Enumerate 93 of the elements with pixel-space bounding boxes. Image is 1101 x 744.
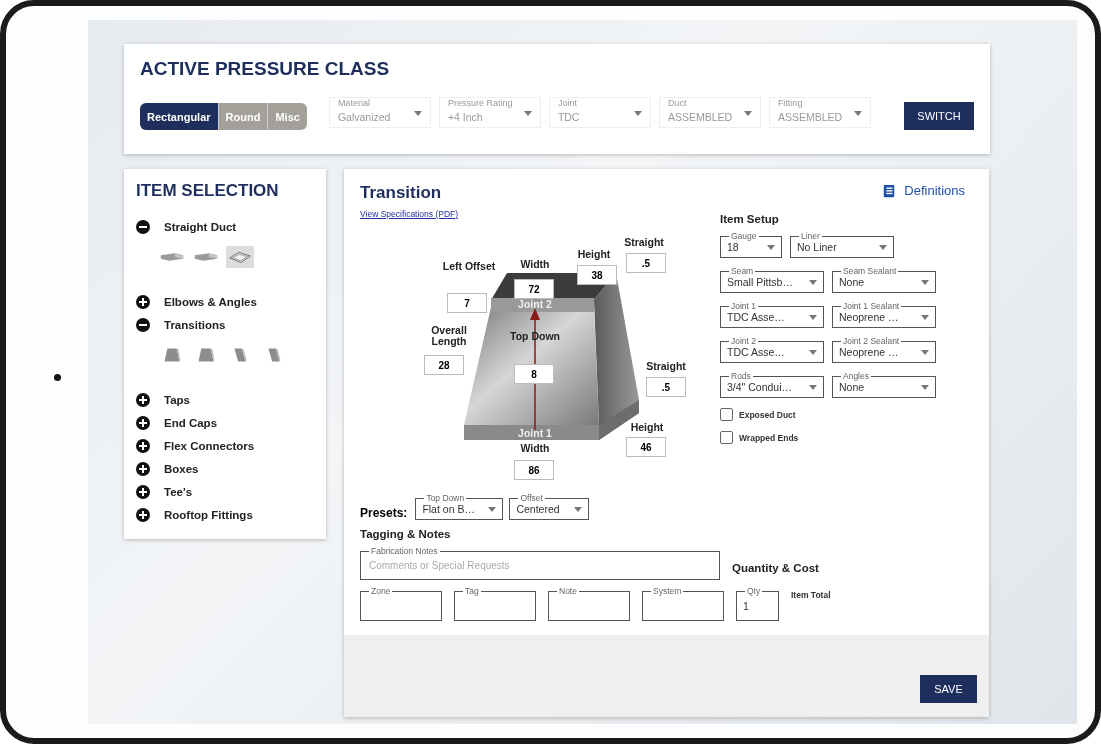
fabrication-notes-field[interactable]: Fabrication Notes Comments or Special Requests [360, 546, 720, 580]
category-label[interactable]: Elbows & Angles [164, 295, 257, 308]
preset-dropdown[interactable]: Top Down Flat on B… [415, 493, 504, 520]
expand-icon[interactable] [136, 507, 150, 522]
dropdown-caret-icon [488, 506, 497, 512]
category-label[interactable]: Transitions [164, 318, 226, 331]
joint-label: Joint 2 [517, 298, 553, 310]
expand-icon[interactable] [136, 461, 150, 476]
setup-dropdown[interactable]: Angles None [832, 371, 936, 398]
dropdown-caret-icon [921, 384, 929, 390]
save-button[interactable]: SAVE [920, 675, 977, 703]
specifications-link[interactable]: View Specifications (PDF) [360, 209, 459, 219]
dropdown-caret-icon [879, 244, 887, 250]
dimension-field[interactable]: 86 [514, 460, 554, 480]
setup-dropdown[interactable]: Joint 1 Sealant Neoprene … [832, 301, 936, 328]
setup-dropdown[interactable]: Liner No Liner [790, 231, 894, 258]
field-label: Fabrication Notes [370, 546, 439, 556]
dimension-label: Width [519, 443, 551, 454]
dimension-field[interactable]: 72 [514, 279, 554, 299]
dimension-label: Height [629, 422, 665, 433]
dimension-label: Straight [623, 237, 665, 248]
collapse-icon[interactable] [136, 317, 150, 332]
checkbox-label[interactable]: Wrapped Ends [739, 432, 799, 443]
dropdown-caret-icon [921, 314, 929, 320]
dropdown-caret-icon [921, 279, 929, 285]
collapse-icon[interactable] [136, 219, 150, 234]
setup-dropdown[interactable]: Rods 3/4" Condui… [720, 371, 824, 398]
quantity-field[interactable]: Qty 1 [736, 586, 779, 621]
expand-icon[interactable] [136, 438, 150, 453]
dimension-label: Width [519, 259, 551, 270]
text-field[interactable]: Note [548, 586, 630, 621]
expand-icon[interactable] [136, 294, 150, 309]
checkbox[interactable] [720, 408, 733, 421]
dropdown-caret-icon [413, 110, 422, 116]
category-label[interactable]: Boxes [164, 462, 199, 475]
presets-label: Presets: [360, 506, 408, 520]
checkbox-label[interactable]: Exposed Duct [739, 409, 796, 420]
duct-thumbnail-icon[interactable] [226, 246, 254, 268]
category-label[interactable]: Straight Duct [164, 220, 237, 233]
category-label[interactable]: End Caps [164, 416, 218, 429]
expand-icon[interactable] [136, 415, 150, 430]
switch-button[interactable]: SWITCH [904, 102, 974, 130]
dimension-field[interactable]: .5 [646, 377, 686, 397]
dropdown-caret-icon [921, 349, 929, 355]
definitions-link[interactable]: Definitions [720, 183, 965, 198]
dropdown-caret-icon [809, 279, 817, 285]
panel-title: ITEM SELECTION [136, 181, 280, 201]
dimension-field[interactable]: 8 [514, 364, 554, 384]
expand-icon[interactable] [136, 484, 150, 499]
category-label[interactable]: Tee's [164, 485, 193, 498]
text-field[interactable]: Zone [360, 586, 442, 621]
setup-dropdown[interactable]: Gauge 18 [720, 231, 782, 258]
dimension-label: Height [576, 249, 612, 260]
setup-dropdown[interactable]: Seam Small Pittsb… [720, 266, 824, 293]
section-title: Tagging & Notes [360, 528, 452, 540]
dropdown-caret-icon [853, 110, 862, 116]
text-field[interactable]: Tag [454, 586, 536, 621]
setup-dropdown[interactable]: Joint 2 Sealant Neoprene … [832, 336, 936, 363]
item-total-label: Item Total [791, 590, 831, 600]
dimension-label: Straight [645, 361, 687, 372]
dimension-field[interactable]: 38 [577, 265, 617, 285]
book-icon [882, 183, 897, 198]
setup-dropdown[interactable]: Seam Sealant None [832, 266, 936, 293]
dropdown-caret-icon [809, 384, 817, 390]
section-title: Item Setup [720, 213, 780, 225]
dropdown-caret-icon [809, 314, 817, 320]
dimension-label: Left Offset [441, 261, 497, 272]
dimension-field[interactable]: 28 [424, 355, 464, 375]
category-label[interactable]: Rooftop Fittings [164, 508, 253, 521]
dropdown-caret-icon [743, 110, 752, 116]
dropdown-caret-icon [767, 244, 775, 250]
item-title: Transition [360, 183, 443, 203]
checkbox[interactable] [720, 431, 733, 444]
setup-dropdown[interactable]: Joint 2 TDC Asse… [720, 336, 824, 363]
dropdown-caret-icon [633, 110, 642, 116]
dimension-field[interactable]: .5 [626, 253, 666, 273]
preset-dropdown[interactable]: Offset Centered [509, 493, 590, 520]
dropdown-caret-icon [523, 110, 532, 116]
setup-dropdown[interactable]: Joint 1 TDC Asse… [720, 301, 824, 328]
expand-icon[interactable] [136, 392, 150, 407]
dimension-field[interactable]: 7 [447, 293, 487, 313]
section-title: Quantity & Cost [732, 562, 819, 574]
joint-label: Joint 1 [517, 427, 553, 439]
dimension-label: Overall Length [430, 325, 468, 348]
shape-tab[interactable]: Rectangular [140, 102, 219, 130]
category-label[interactable]: Taps [164, 393, 190, 406]
dropdown-caret-icon [809, 349, 817, 355]
dropdown-caret-icon [574, 506, 583, 512]
dimension-field[interactable]: 46 [626, 437, 666, 457]
page-title: ACTIVE PRESSURE CLASS [140, 58, 391, 80]
text-field[interactable]: System [642, 586, 724, 621]
camera-dot [54, 374, 61, 381]
category-label[interactable]: Flex Connectors [164, 439, 255, 452]
